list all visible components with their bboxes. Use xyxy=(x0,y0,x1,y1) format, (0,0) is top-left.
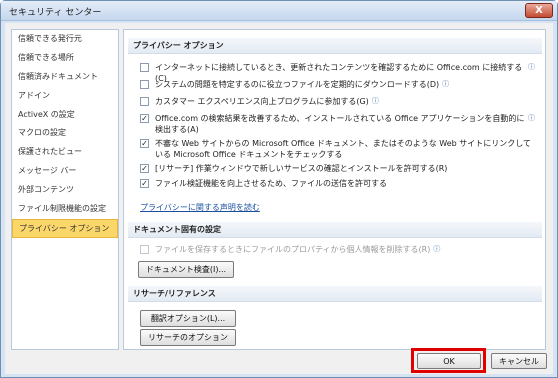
option-checkbox-suspicious-sites[interactable]: ✓ xyxy=(140,139,149,148)
document-inspector-button[interactable]: ドキュメント検査(I)... xyxy=(138,261,234,278)
sidebar-item-add-ins[interactable]: アドイン xyxy=(12,87,118,106)
info-icon: ⓘ xyxy=(442,80,450,88)
document-header: ドキュメント固有の設定 xyxy=(128,222,542,238)
option-checkbox-research-services[interactable]: ✓ xyxy=(140,164,149,173)
trust-center-window: セキュリティ センター X 信頼できる発行元 信頼できる場所 信頼済みドキュメン… xyxy=(0,0,558,378)
dialog-client: 信頼できる発行元 信頼できる場所 信頼済みドキュメント アドイン ActiveX… xyxy=(5,23,553,374)
privacy-statement-link[interactable]: プライバシーに関する声明を読む xyxy=(140,202,260,213)
option-label: ファイルを保存するときにファイルのプロパティから個人情報を削除する(R) xyxy=(155,245,431,254)
option-checkbox-file-validation[interactable]: ✓ xyxy=(140,179,149,188)
check-icon: ✓ xyxy=(141,164,148,173)
option-label: 不審な Web サイトからの Microsoft Office ドキュメント、ま… xyxy=(155,139,532,159)
option-row: ファイルを保存するときにファイルのプロパティから個人情報を削除する(R) ⓘ xyxy=(140,244,535,255)
research-header: リサーチ/リファレンス xyxy=(128,286,542,302)
sidebar-item-trusted-documents[interactable]: 信頼済みドキュメント xyxy=(12,68,118,87)
check-icon: ✓ xyxy=(141,179,148,188)
option-label: [リサーチ] 作業ウィンドウで新しいサービスの確認とインストールを許可する(R) xyxy=(155,164,448,173)
sidebar-item-external-content[interactable]: 外部コンテンツ xyxy=(12,181,118,200)
option-row: システムの問題を特定するのに役立つファイルを定期的にダウンロードする(D) ⓘ xyxy=(140,79,535,90)
info-icon: ⓘ xyxy=(433,245,441,253)
close-icon: X xyxy=(535,5,543,16)
window-title: セキュリティ センター xyxy=(9,8,102,18)
check-icon: ✓ xyxy=(141,139,148,148)
sidebar-item-trusted-locations[interactable]: 信頼できる場所 xyxy=(12,49,118,68)
option-checkbox-detect-apps[interactable]: ✓ xyxy=(140,114,149,123)
option-checkbox-download-files[interactable] xyxy=(140,80,149,89)
ok-button[interactable]: OK xyxy=(417,353,481,369)
info-icon: ⓘ xyxy=(528,114,535,122)
option-label: ファイル検証機能を向上させるため、ファイルの送信を許可する xyxy=(155,179,387,188)
sidebar-item-file-block[interactable]: ファイル制限機能の設定 xyxy=(12,200,118,219)
option-label: システムの問題を特定するのに役立つファイルを定期的にダウンロードする(D) xyxy=(155,80,440,89)
option-row: ✓ ファイル検証機能を向上させるため、ファイルの送信を許可する xyxy=(140,178,535,189)
sidebar-item-privacy[interactable]: プライバシー オプション xyxy=(12,218,118,238)
privacy-header: プライバシー オプション xyxy=(128,38,542,54)
sidebar-item-macro[interactable]: マクロの設定 xyxy=(12,124,118,143)
option-label: カスタマー エクスペリエンス向上プログラムに参加する(G) xyxy=(155,97,369,106)
check-icon: ✓ xyxy=(141,114,148,123)
privacy-panel: プライバシー オプション インターネットに接続しているとき、更新されたコンテンツ… xyxy=(123,29,546,350)
info-icon: ⓘ xyxy=(371,97,379,105)
sidebar-item-trusted-publishers[interactable]: 信頼できる発行元 xyxy=(12,30,118,49)
option-row: カスタマー エクスペリエンス向上プログラムに参加する(G) ⓘ xyxy=(140,96,535,107)
option-checkbox-remove-personal-info[interactable] xyxy=(140,245,149,254)
title-bar: セキュリティ センター X xyxy=(1,1,557,21)
option-checkbox-connect-office[interactable] xyxy=(140,63,149,72)
option-row: ✓ Office.com の検索結果を改善するため、インストールされている Of… xyxy=(140,113,535,135)
option-checkbox-ceip[interactable] xyxy=(140,97,149,106)
option-label: Office.com の検索結果を改善するため、インストールされている Offi… xyxy=(155,114,525,134)
sidebar: 信頼できる発行元 信頼できる場所 信頼済みドキュメント アドイン ActiveX… xyxy=(11,29,119,350)
research-options-button[interactable]: リサーチのオプション(H)... xyxy=(140,329,236,349)
option-row: ✓ [リサーチ] 作業ウィンドウで新しいサービスの確認とインストールを許可する(… xyxy=(140,163,535,174)
info-icon: ⓘ xyxy=(528,63,535,71)
cancel-button[interactable]: キャンセル xyxy=(491,353,547,369)
sidebar-item-activex[interactable]: ActiveX の設定 xyxy=(12,106,118,125)
close-button[interactable]: X xyxy=(525,3,553,18)
sidebar-item-protected-view[interactable]: 保護されたビュー xyxy=(12,143,118,162)
translation-options-button[interactable]: 翻訳オプション(L)... xyxy=(140,310,236,327)
option-row: ✓ 不審な Web サイトからの Microsoft Office ドキュメント… xyxy=(140,138,535,160)
sidebar-item-message-bar[interactable]: メッセージ バー xyxy=(12,162,118,181)
